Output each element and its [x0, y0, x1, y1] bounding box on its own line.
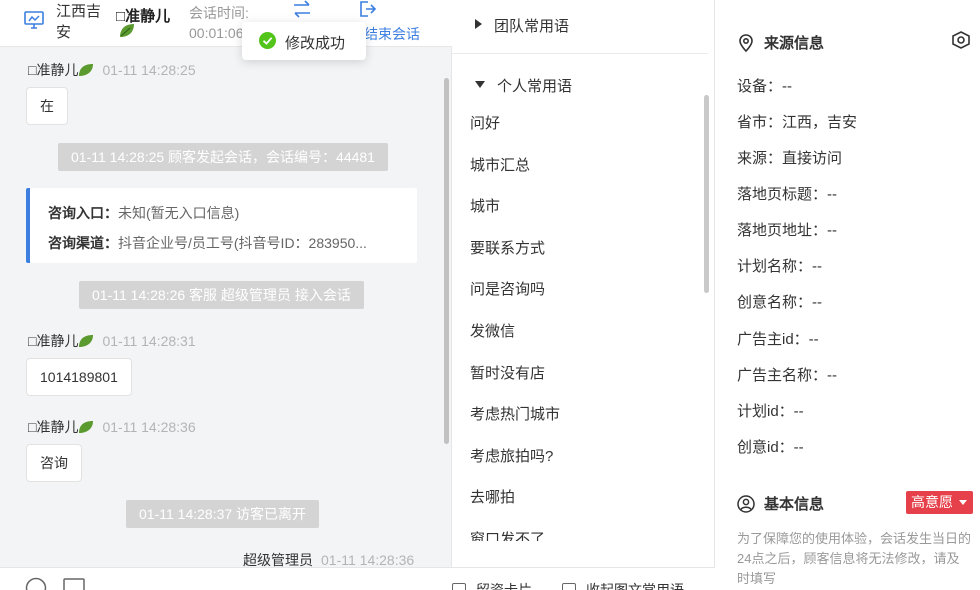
lead-card-label: 留资卡片: [476, 582, 532, 590]
edit-notice: 为了保障您的使用体验，会话发生当日的24点之后，顾客信息将无法修改，请及时填写: [737, 531, 972, 586]
message-meta: □准静儿 01-11 14:28:25: [28, 62, 196, 78]
leaf-icon: [79, 335, 94, 347]
phrase-list: 问好 城市汇总 城市 要联系方式 问是咨询吗 发微信 暂时没有店 考虑热门城市 …: [470, 103, 700, 541]
session-time-label: 会话时间:: [189, 5, 249, 21]
source-province-city: 省市：江西，吉安: [737, 114, 858, 131]
personal-phrases-title: 个人常用语: [497, 78, 573, 95]
transfer-icon[interactable]: [292, 0, 312, 18]
consult-channel-value: 抖音企业号/员工号(抖音号ID：283950...: [118, 235, 367, 251]
source-landing-url: 落地页地址：--: [737, 222, 837, 239]
source-creative-name: 创意名称：--: [737, 294, 822, 311]
document-icon: [562, 583, 576, 590]
phrase-scrollbar[interactable]: [704, 95, 709, 293]
chat-scrollbar[interactable]: [444, 78, 449, 444]
personal-phrases-group[interactable]: 个人常用语: [475, 75, 572, 96]
consult-entry-label: 咨询入口：: [48, 205, 118, 221]
card-icon: [452, 583, 466, 590]
system-message: 01-11 14:28:37 访客已离开: [126, 500, 320, 528]
location-pin-icon: [739, 34, 753, 52]
caret-right-icon: [475, 19, 482, 29]
source-device: 设备：--: [737, 78, 792, 95]
image-icon[interactable]: [63, 578, 85, 590]
message-time: 01-11 14:28:25: [102, 62, 196, 78]
success-toast: 修改成功: [242, 22, 366, 60]
visitor-info-panel: 来源信息 设备：-- 省市：江西，吉安 来源：直接访问 落地页标题：-- 落地页…: [715, 0, 980, 590]
chat-panel: 江西吉安 □准静儿 会话时间: 00:01:06 结束会话 修改成功 □准静儿 0…: [0, 0, 452, 590]
phrase-item[interactable]: 城市汇总: [470, 145, 700, 187]
source-creative-id: 创意id：--: [737, 439, 804, 456]
basic-info-title-text: 基本信息: [764, 496, 825, 513]
phrase-item[interactable]: 城市: [470, 186, 700, 228]
sender-name: 准静儿: [36, 62, 79, 78]
system-message: 01-11 14:28:25 顾客发起会话，会话编号：44481: [58, 143, 388, 171]
phrases-footer: 留资卡片 收起图文常用语: [452, 567, 715, 590]
intent-level-dropdown[interactable]: 高意愿: [906, 491, 973, 514]
emoji-icon[interactable]: [25, 577, 47, 590]
user-circle-icon: [737, 495, 755, 513]
phrase-item[interactable]: 去哪拍: [470, 477, 700, 519]
phrase-item[interactable]: 暂时没有店: [470, 353, 700, 395]
source-advertiser-name: 广告主名称：--: [737, 367, 837, 384]
source-info-title: 来源信息: [737, 32, 824, 53]
eye-icon[interactable]: [951, 31, 971, 49]
message-meta: □准静儿 01-11 14:28:36: [28, 419, 196, 435]
leaf-icon: [120, 24, 134, 37]
caret-down-icon: [959, 500, 967, 505]
consult-channel: 咨询渠道：抖音企业号/员工号(抖音号ID：283950...: [48, 233, 414, 253]
message-time: 01-11 14:28:31: [102, 333, 196, 349]
consult-entry-value: 未知(暂无入口信息): [118, 205, 240, 221]
exit-icon[interactable]: [359, 0, 377, 18]
phrase-item[interactable]: 窗口发不了: [470, 519, 700, 541]
sender-name: 准静儿: [36, 419, 79, 435]
visitor-region: 江西吉安: [56, 3, 102, 41]
session-time-value: 00:01:06: [189, 25, 244, 41]
phrase-item[interactable]: 要联系方式: [470, 228, 700, 270]
phrase-item[interactable]: 问好: [470, 103, 700, 145]
toast-text: 修改成功: [285, 35, 346, 52]
consult-info-card: 咨询入口：未知(暂无入口信息) 咨询渠道：抖音企业号/员工号(抖音号ID：283…: [26, 188, 417, 263]
team-phrases-group[interactable]: 团队常用语: [475, 15, 569, 36]
team-phrases-title: 团队常用语: [494, 18, 570, 35]
caret-down-icon: [475, 81, 485, 88]
source-plan-name: 计划名称：--: [737, 258, 822, 275]
intent-level-label: 高意愿: [911, 494, 953, 510]
phrase-item[interactable]: 考虑旅拍吗?: [470, 436, 700, 478]
message-bubble: 1014189801: [26, 358, 132, 396]
collapse-phrases-label: 收起图文常用语: [586, 582, 684, 590]
collapse-phrases-button[interactable]: 收起图文常用语: [562, 580, 684, 590]
source-plan-id: 计划id：--: [737, 403, 804, 420]
basic-info-title: 基本信息: [737, 493, 824, 514]
agent-name: 超级管理员: [243, 552, 313, 568]
phrase-item[interactable]: 考虑热门城市: [470, 394, 700, 436]
consult-entry: 咨询入口：未知(暂无入口信息): [48, 203, 414, 223]
message-time: 01-11 14:28:36: [102, 419, 196, 435]
divider: [452, 53, 708, 54]
chat-header: 江西吉安 □准静儿 会话时间: 00:01:06 结束会话: [0, 0, 452, 47]
source-advertiser-id: 广告主id：--: [737, 331, 819, 348]
source-info-title-text: 来源信息: [764, 35, 825, 52]
phrase-item[interactable]: 发微信: [470, 311, 700, 353]
source-landing-title: 落地页标题：--: [737, 186, 837, 203]
end-session-button[interactable]: 结束会话: [364, 24, 420, 44]
check-circle-icon: [259, 32, 276, 49]
leaf-icon: [79, 421, 94, 433]
consult-channel-label: 咨询渠道：: [48, 235, 118, 251]
message-bubble: 咨询: [26, 444, 82, 482]
leaf-icon: [79, 64, 94, 76]
source-origin: 来源：直接访问: [737, 150, 843, 167]
monitor-icon: [24, 11, 44, 29]
message-meta: □准静儿 01-11 14:28:31: [28, 333, 196, 349]
phrase-item[interactable]: 问是咨询吗: [470, 269, 700, 311]
chat-toolbar: [0, 567, 452, 590]
system-message: 01-11 14:28:26 客服 超级管理员 接入会话: [79, 281, 364, 309]
lead-card-button[interactable]: 留资卡片: [452, 580, 532, 590]
message-bubble: 在: [26, 87, 68, 125]
message-time: 01-11 14:28:36: [321, 552, 415, 568]
common-phrases-panel: 团队常用语 个人常用语 问好 城市汇总 城市 要联系方式 问是咨询吗 发微信 暂…: [452, 0, 715, 590]
sender-name: 准静儿: [36, 333, 79, 349]
